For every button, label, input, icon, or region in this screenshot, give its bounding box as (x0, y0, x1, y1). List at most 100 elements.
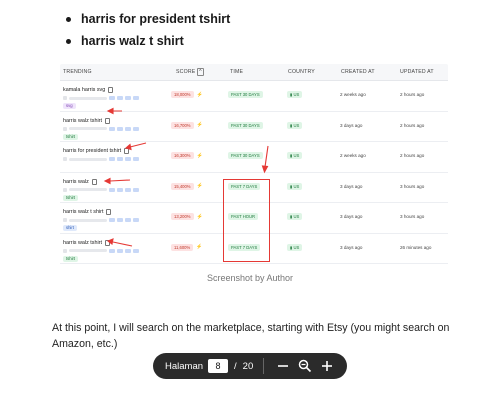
platform-link-icon[interactable] (125, 96, 131, 100)
country-badge: ▮ US (287, 243, 303, 251)
platform-link-icon[interactable] (63, 96, 67, 100)
platform-link-icon[interactable] (63, 126, 67, 131)
spark-icon: ⚡ (196, 122, 203, 128)
bullet-item: harris for president tshirt (52, 8, 472, 30)
keyword-tag[interactable]: tshirt (63, 133, 79, 140)
page-number-input[interactable]: 8 (208, 359, 229, 373)
updated-at: 3 hours ago (400, 183, 425, 189)
score-badge: 16,700% (171, 121, 194, 129)
platform-links (63, 248, 139, 253)
keyword-tag[interactable]: shirt (63, 225, 77, 231)
score-badge: 15,400% (171, 182, 194, 190)
country-badge: ▮ US (287, 213, 303, 220)
platform-link-icon[interactable] (133, 157, 139, 161)
platform-links (63, 157, 139, 161)
platform-link-icon[interactable] (133, 218, 139, 222)
platform-link-icon[interactable] (117, 126, 123, 131)
country-badge: ▮ US (287, 121, 303, 129)
platform-link-icon[interactable] (109, 218, 115, 222)
platform-link-icon[interactable] (109, 96, 115, 100)
platform-link-icon[interactable] (133, 96, 139, 100)
score-cell: 18,000% ⚡ (171, 91, 203, 98)
header-created: CREATED AT (341, 69, 375, 75)
keyword-tag[interactable]: tshirt (63, 255, 79, 262)
keyword-text: harris walz t shirt (63, 209, 104, 215)
page-label: Halaman (165, 360, 204, 372)
created-at: 2 weeks ago (340, 153, 366, 158)
platform-link-icon[interactable] (63, 157, 67, 161)
platform-link-icon[interactable] (125, 218, 131, 222)
keyword-text: harris walz tshirt (63, 239, 102, 246)
table-row[interactable]: harris walz tshirt tshirt 16,700% ⚡ PAST 30 … (60, 112, 448, 142)
platform-link-icon[interactable] (109, 248, 115, 253)
zoom-in-button[interactable] (316, 355, 338, 377)
copy-icon[interactable] (91, 178, 97, 185)
keyword-cell[interactable]: harris for president tshirt (63, 148, 130, 154)
platform-link-icon[interactable] (133, 248, 139, 253)
updated-at: 3 hours ago (400, 214, 425, 219)
keyword-tag[interactable]: svg (63, 103, 76, 109)
platform-link-icon[interactable] (63, 187, 67, 192)
keyword-cell[interactable]: harris walz tshirt (63, 117, 110, 124)
platform-link-icon[interactable] (109, 187, 115, 192)
platform-link-icon[interactable] (125, 157, 131, 161)
platform-links (63, 187, 139, 192)
keyword-text: harris walz (63, 178, 89, 185)
platform-link-icon[interactable] (117, 218, 123, 222)
table-header: TRENDING SCORE ^ TIME COUNTRY CREATED AT… (60, 64, 448, 81)
zoom-button[interactable] (294, 355, 316, 377)
platform-link-icon[interactable] (117, 248, 123, 253)
keyword-cell[interactable]: kamala harris svg (63, 87, 114, 93)
platform-links (63, 218, 139, 222)
zoom-out-button[interactable] (272, 355, 294, 377)
platform-link-icon[interactable] (117, 187, 123, 192)
keyword-text: kamala harris svg (63, 87, 106, 93)
bullet-dot (66, 38, 71, 44)
platform-link-icon[interactable] (63, 248, 67, 253)
platform-link-icon[interactable] (117, 96, 123, 100)
volume-bar (69, 249, 107, 252)
total-pages: 20 (242, 360, 254, 372)
spark-icon: ⚡ (196, 91, 203, 98)
volume-bar (69, 157, 107, 161)
bullet-dot (66, 16, 71, 22)
platform-links (63, 96, 139, 100)
score-badge: 11,600% (171, 243, 194, 251)
table-row[interactable]: kamala harris svg svg 18,000% ⚡ PAST 30 DAYS… (60, 81, 448, 112)
table-row[interactable]: harris for president tshirt 16,300% ⚡ PAST … (60, 142, 448, 173)
magnifier-icon (299, 359, 312, 373)
keyword-cell[interactable]: harris walz (63, 178, 97, 185)
toolbar-divider (263, 358, 265, 374)
updated-at: 26 minutes ago (400, 244, 432, 250)
score-badge: 13,200% (171, 213, 194, 220)
trends-screenshot: TRENDING SCORE ^ TIME COUNTRY CREATED AT… (60, 64, 448, 266)
header-country: COUNTRY (288, 69, 315, 75)
platform-link-icon[interactable] (125, 187, 131, 192)
highlight-box (223, 179, 270, 262)
copy-icon[interactable] (124, 148, 130, 154)
keyword-tag[interactable]: tshirt (63, 194, 79, 201)
copy-icon[interactable] (104, 117, 110, 124)
header-trending: TRENDING (63, 69, 92, 75)
copy-icon[interactable] (108, 87, 114, 93)
platform-link-icon[interactable] (63, 218, 67, 222)
keyword-cell[interactable]: harris walz tshirt (63, 239, 110, 246)
header-updated: UPDATED AT (400, 69, 434, 75)
platform-link-icon[interactable] (125, 248, 131, 253)
score-badge: 16,300% (171, 152, 194, 159)
platform-link-icon[interactable] (109, 126, 115, 131)
keyword-cell[interactable]: harris walz t shirt (63, 209, 112, 215)
spark-icon: ⚡ (196, 152, 203, 159)
copy-icon[interactable] (104, 239, 110, 246)
plus-icon (322, 361, 333, 371)
keyword-text: harris walz tshirt (63, 117, 102, 124)
bullet-text: harris for president tshirt (81, 12, 231, 26)
platform-link-icon[interactable] (133, 126, 139, 131)
copy-icon[interactable] (106, 209, 112, 215)
created-at: 3 days ago (340, 122, 363, 128)
platform-link-icon[interactable] (133, 187, 139, 192)
platform-link-icon[interactable] (109, 157, 115, 161)
platform-link-icon[interactable] (125, 126, 131, 131)
platform-link-icon[interactable] (117, 157, 123, 161)
updated-at: 2 hours ago (400, 122, 425, 128)
